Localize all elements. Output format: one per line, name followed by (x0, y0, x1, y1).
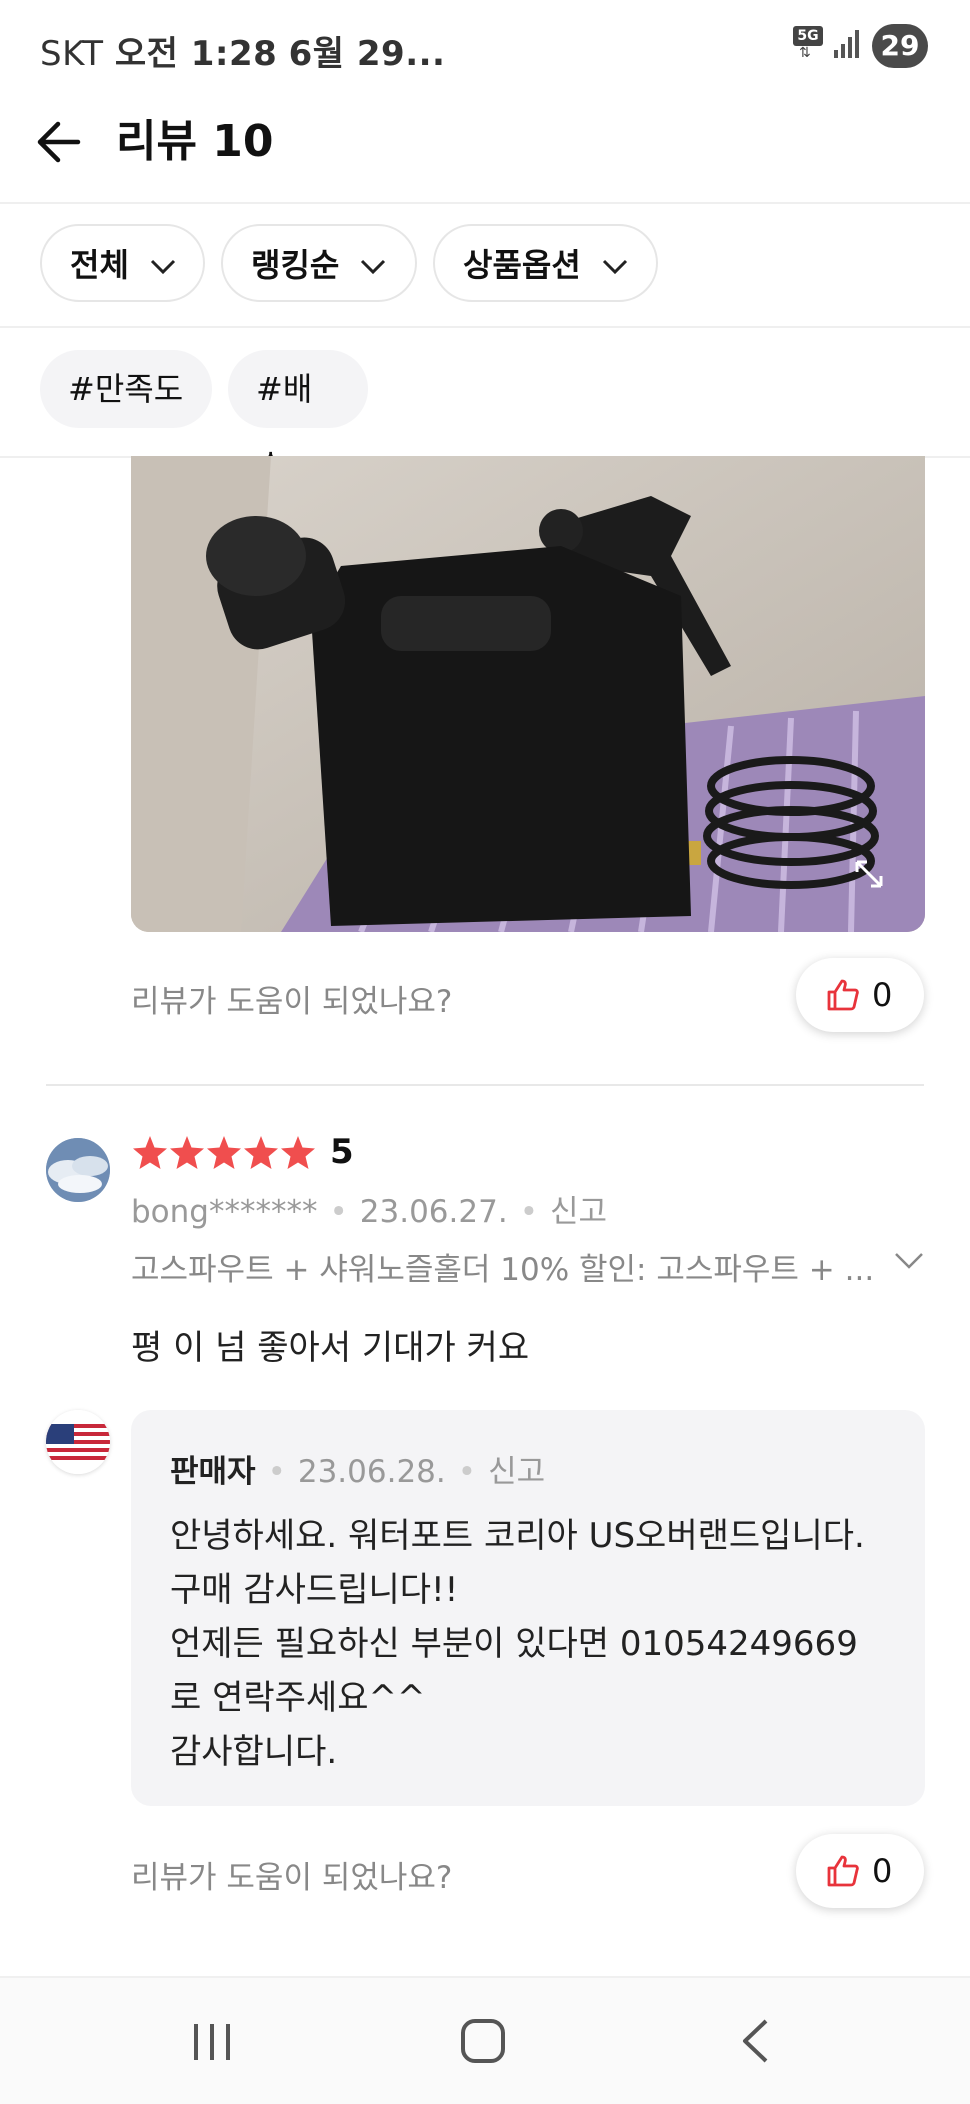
network-label: 5G (793, 26, 823, 46)
product-option: 고스파우트 + 샤워노즐홀더 10% 할인: 고스파우트 + ... (131, 1252, 875, 1288)
seller-meta: 판매자 • 23.06.28. • 신고 (170, 1454, 546, 1490)
filter-sort-dropdown[interactable]: 랭킹순 (221, 224, 417, 302)
chevron-down-icon[interactable] (894, 1252, 924, 1270)
review-meta: bong******* • 23.06.27. • 신고 (131, 1194, 608, 1230)
expand-icon[interactable] (851, 856, 887, 892)
reply-line: 로 연락주세요^^ (170, 1678, 426, 1718)
filter-all-dropdown[interactable]: 전체 (40, 224, 205, 302)
review-text: 평 이 넘 좋아서 기대가 커요 (131, 1328, 530, 1368)
recent-apps-icon[interactable] (190, 2022, 234, 2062)
hashtag-delivery[interactable]: #배송 (228, 350, 368, 486)
review-date: 23.06.27. (359, 1194, 508, 1230)
filter-label: 랭킹순 (251, 246, 340, 284)
helpful-question: 리뷰가 도움이 되었나요? (131, 1860, 453, 1896)
header: 리뷰 10 (0, 90, 970, 204)
reply-line: 안녕하세요. 워터포트 코리아 US오버랜드입니다. (170, 1516, 865, 1556)
star-icon (244, 1136, 278, 1169)
hashtag-bar: #만족도 #배송 (0, 328, 970, 486)
thumbs-up-icon (827, 979, 859, 1011)
reviewer-name: bong******* (131, 1194, 318, 1230)
like-button[interactable]: 0 (796, 1834, 924, 1908)
like-button[interactable]: 0 (796, 958, 924, 1032)
rating-number: 5 (330, 1132, 354, 1172)
home-icon[interactable] (460, 2018, 506, 2064)
star-icon (281, 1136, 315, 1169)
reply-report-link[interactable]: 신고 (488, 1454, 545, 1490)
chevron-down-icon (150, 259, 176, 275)
reply-line: 구매 감사드립니다!! (170, 1570, 459, 1610)
back-arrow-icon[interactable] (30, 110, 94, 174)
thumbs-up-icon (827, 1855, 859, 1887)
seller-name: 판매자 (170, 1454, 256, 1490)
divider (46, 1084, 924, 1086)
system-nav-bar (0, 1976, 970, 2104)
network-5g-icon: 5G ⇅ (793, 26, 825, 62)
status-bar: SKT 오전 1:28 6월 29... 5G ⇅ 29 (0, 0, 970, 90)
reply-date: 23.06.28. (297, 1454, 446, 1490)
review-photo[interactable] (131, 456, 925, 932)
filter-option-dropdown[interactable]: 상품옵션 (433, 224, 658, 302)
filter-label: 전체 (70, 246, 129, 284)
reply-line: 감사합니다. (170, 1732, 338, 1772)
star-icon (170, 1136, 204, 1169)
helpful-question: 리뷰가 도움이 되었나요? (131, 984, 453, 1020)
carrier: SKT (40, 34, 104, 74)
page-title: 리뷰 10 (116, 116, 274, 167)
clock: 오전 1:28 (114, 34, 278, 74)
battery-indicator: 29 (872, 24, 928, 68)
hashtag-satisfaction[interactable]: #만족도 (40, 350, 212, 428)
star-rating (133, 1136, 315, 1169)
like-count: 0 (872, 1852, 893, 1890)
signal-icon (834, 30, 859, 58)
chevron-down-icon (602, 259, 627, 275)
back-icon[interactable] (740, 2018, 770, 2064)
status-date: 6월 29... (288, 34, 446, 74)
filter-label: 상품옵션 (463, 246, 581, 284)
report-link[interactable]: 신고 (550, 1194, 607, 1230)
star-icon (207, 1136, 241, 1169)
avatar[interactable] (46, 1138, 110, 1202)
reply-line: 언제든 필요하신 부분이 있다면 01054249669 (170, 1624, 858, 1664)
star-icon (133, 1136, 167, 1169)
status-left: SKT 오전 1:28 6월 29... (40, 26, 445, 75)
chevron-down-icon (361, 259, 386, 275)
filter-bar: 전체 랭킹순 상품옵션 (0, 204, 970, 328)
like-count: 0 (872, 976, 893, 1014)
us-flag-icon (46, 1410, 110, 1474)
seller-avatar (46, 1410, 110, 1474)
